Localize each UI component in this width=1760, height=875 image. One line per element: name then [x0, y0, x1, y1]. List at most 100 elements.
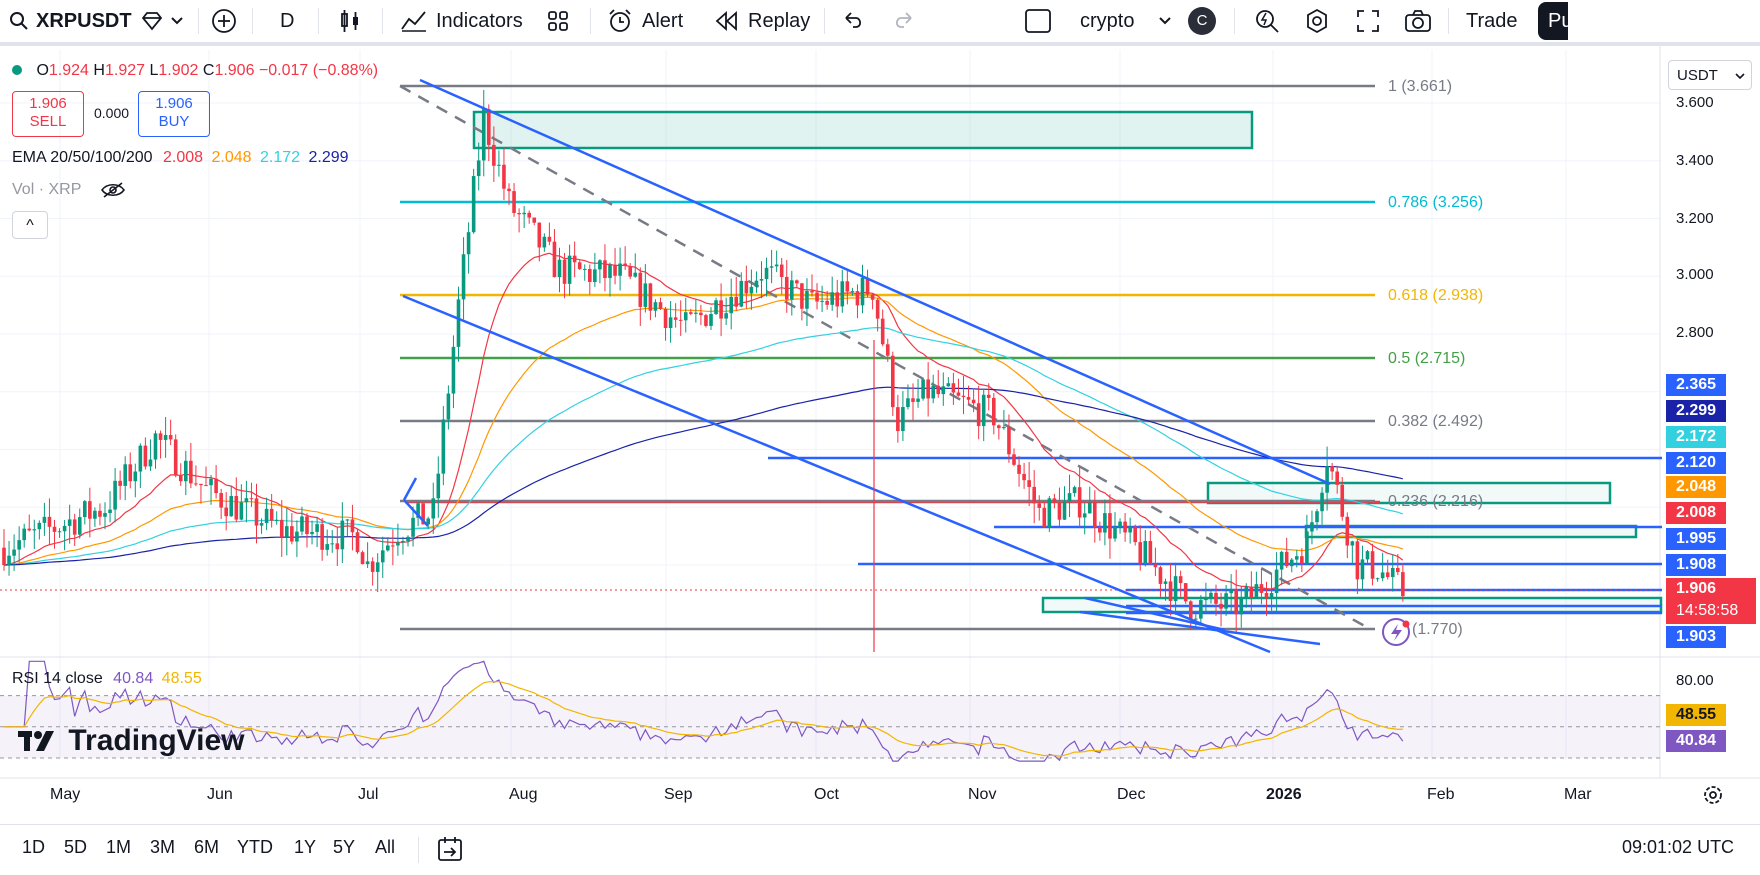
clock-timezone[interactable]: 09:01:02 UTC — [1622, 837, 1734, 858]
candle-body — [391, 545, 395, 547]
candle-body — [77, 517, 82, 535]
rsi-legend[interactable]: RSI 14 close 40.84 48.55 — [12, 670, 202, 688]
candle-body — [325, 544, 329, 550]
gear-icon — [1307, 8, 1327, 34]
fib-level-label: 0.382 (2.492) — [1388, 413, 1483, 430]
time-tick: Aug — [509, 786, 538, 803]
price-tick: 3.200 — [1676, 210, 1714, 227]
candle-body — [911, 398, 915, 402]
range-ytd[interactable]: YTD — [237, 837, 273, 858]
volume-legend[interactable]: Vol · XRP — [12, 181, 126, 199]
range-3m[interactable]: 3M — [150, 837, 175, 858]
candle-body — [971, 399, 976, 404]
candle-body — [1093, 502, 1097, 528]
fullscreen-button[interactable] — [1356, 0, 1380, 42]
candle-body — [471, 176, 476, 233]
candle-body — [37, 522, 42, 530]
candle-body — [547, 236, 552, 242]
indicators-button[interactable]: Indicators — [400, 0, 523, 42]
candle-body — [502, 164, 506, 189]
calendar-arrow-icon — [438, 837, 462, 861]
candle-body — [694, 312, 698, 314]
fib-retracement[interactable]: 1 (3.661) 0.786 (3.256) 0.618 (2.938) 0.5 (… — [399, 78, 1483, 638]
candle-body — [1284, 551, 1289, 567]
change-value: −0.017 (−0.88%) — [258, 62, 379, 79]
candle-body — [1047, 498, 1052, 528]
publish-button[interactable]: Pu — [1538, 0, 1568, 42]
candle-body — [709, 314, 713, 326]
sell-button[interactable]: 1.906 SELL — [12, 91, 84, 137]
currency-select[interactable]: USDT — [1668, 60, 1752, 90]
settings-button[interactable] — [1304, 0, 1330, 42]
time-tick: Oct — [814, 786, 839, 803]
candle-body — [714, 300, 718, 315]
candle-body — [623, 263, 627, 267]
layout-menu-button[interactable] — [1158, 0, 1172, 42]
market-status-dot — [12, 65, 22, 75]
candle-body — [1163, 581, 1168, 584]
layout-select-button[interactable] — [1024, 0, 1052, 42]
collapse-legend-button[interactable]: ^ — [12, 211, 48, 239]
candle-body — [67, 519, 72, 526]
candle-body — [370, 561, 375, 572]
candle-body — [557, 259, 562, 278]
candle-body — [668, 317, 673, 329]
candle-body — [1123, 521, 1127, 533]
user-avatar[interactable]: C — [1188, 0, 1216, 42]
candle-body — [673, 317, 678, 320]
redo-button[interactable] — [892, 0, 916, 42]
divider — [318, 8, 319, 34]
alert-button[interactable]: Alert — [606, 0, 683, 42]
redo-icon — [895, 12, 912, 28]
chart-type-button[interactable] — [338, 0, 362, 42]
ema50-value: 2.048 — [211, 149, 252, 166]
range-all[interactable]: All — [375, 837, 395, 858]
candle-body — [815, 292, 819, 302]
symbol-type-dropdown[interactable] — [140, 0, 184, 42]
trade-button[interactable]: Trade — [1466, 0, 1518, 42]
candle-body — [113, 480, 117, 510]
candle-body — [1350, 541, 1355, 546]
candle-body — [825, 300, 829, 305]
candle-body — [840, 281, 845, 307]
quick-search-button[interactable] — [1254, 0, 1280, 42]
goto-date-button[interactable] — [436, 835, 464, 868]
range-5d[interactable]: 5D — [64, 837, 87, 858]
price-badge-trendline: 2.365 — [1666, 374, 1726, 396]
tradingview-watermark[interactable]: TradingView — [18, 724, 245, 758]
layout-name[interactable]: crypto — [1080, 0, 1134, 42]
symbol-search[interactable]: XRPUSDT — [8, 0, 132, 42]
snapshot-button[interactable] — [1404, 0, 1432, 42]
range-1y[interactable]: 1Y — [294, 837, 316, 858]
candles-icon — [341, 10, 358, 32]
replay-button[interactable]: Replay — [712, 0, 810, 42]
candle-body — [582, 268, 587, 270]
candle-body — [820, 300, 824, 302]
range-1d[interactable]: 1D — [22, 837, 45, 858]
range-1m[interactable]: 1M — [106, 837, 131, 858]
ema-legend[interactable]: EMA 20/50/100/200 2.008 2.048 2.172 2.29… — [12, 149, 349, 167]
candle-body — [1002, 426, 1006, 429]
trade-label: Trade — [1466, 9, 1518, 32]
time-tick: May — [50, 786, 81, 803]
price-tick: 2.800 — [1676, 324, 1714, 341]
templates-button[interactable] — [546, 0, 570, 42]
candle-body — [436, 473, 441, 499]
candle-body — [1173, 576, 1178, 602]
buy-button[interactable]: 1.906 BUY — [138, 91, 210, 137]
candle-body — [1370, 551, 1375, 579]
compare-button[interactable] — [211, 0, 237, 42]
undo-button[interactable] — [841, 0, 865, 42]
range-5y[interactable]: 5Y — [333, 837, 355, 858]
candle-body — [734, 296, 739, 307]
chart-settings-button[interactable] — [1702, 784, 1724, 811]
lightning-search-icon — [1256, 10, 1279, 33]
currency-label: USDT — [1677, 67, 1718, 84]
range-6m[interactable]: 6M — [194, 837, 219, 858]
rectangle-zones[interactable] — [472, 110, 1663, 614]
candle-body — [335, 543, 340, 550]
interval-button[interactable]: D — [280, 0, 294, 42]
eye-off-icon[interactable] — [100, 181, 126, 199]
trend-lines[interactable] — [402, 78, 1410, 654]
candle-body — [562, 259, 567, 284]
